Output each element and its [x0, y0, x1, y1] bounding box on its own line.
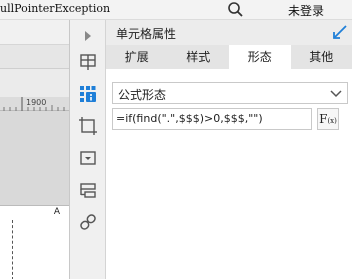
formula-text: =if(find(".",$$$)>0,$$$,"")	[116, 112, 263, 125]
formula-input[interactable]: =if(find(".",$$$)>0,$$$,"")	[112, 108, 312, 130]
column-label: A	[53, 207, 60, 217]
rail-item-dropdown-widget[interactable]	[76, 146, 100, 170]
panel-header: 单元格属性	[106, 20, 352, 45]
exception-message: ullPointerException	[0, 2, 111, 15]
cell-attributes-icon	[80, 86, 96, 102]
ruler-label: 1900	[26, 98, 47, 107]
tab-style[interactable]: 样式	[168, 45, 230, 69]
search-button[interactable]	[226, 0, 246, 20]
crop-icon	[79, 117, 97, 135]
rail-item-widget-settings[interactable]	[76, 50, 100, 74]
form-type-select[interactable]: 公式形态	[112, 82, 348, 104]
horizontal-ruler: 1900	[0, 97, 70, 111]
condition-list-icon	[80, 183, 96, 198]
tab-form[interactable]: 形态	[229, 45, 291, 69]
expand-panel-button[interactable]	[332, 24, 348, 40]
diagonal-arrow-icon	[333, 25, 347, 39]
fx-icon-sub: (x)	[327, 117, 337, 125]
rail-item-hyperlink[interactable]	[76, 210, 100, 234]
search-icon	[228, 2, 243, 17]
form-type-value: 公式形态	[118, 88, 167, 102]
chevron-right-icon	[85, 31, 91, 41]
property-icon-rail	[70, 20, 106, 279]
rail-item-cell-attributes[interactable]	[76, 82, 100, 106]
top-bar: ullPointerException 未登录	[0, 0, 352, 20]
property-tabs: 扩展 样式 形态 其他	[106, 45, 352, 69]
canvas-top-strip	[0, 20, 70, 45]
canvas-toolbar	[0, 45, 70, 85]
panel-title: 单元格属性	[116, 27, 177, 41]
tab-expand[interactable]: 扩展	[106, 45, 168, 69]
select-toggle[interactable]	[328, 85, 344, 101]
column-header[interactable]: A	[38, 206, 66, 220]
collapse-panel-button[interactable]	[76, 24, 100, 48]
cell-properties-panel: 单元格属性 扩展 样式 形态 其他 公式形态 =if(find(".",$$$)…	[106, 20, 352, 279]
canvas-gap	[0, 69, 70, 97]
tab-other[interactable]: 其他	[291, 45, 352, 69]
rail-item-crop[interactable]	[76, 114, 100, 138]
login-link[interactable]: 未登录	[288, 2, 324, 19]
sheet-area[interactable]: A	[0, 205, 70, 279]
link-icon	[80, 214, 96, 230]
chevron-down-icon	[330, 90, 342, 98]
canvas-background	[0, 111, 70, 205]
dropdown-box-icon	[80, 151, 96, 165]
designer-canvas: 1900 A	[0, 20, 70, 279]
page-break-line	[12, 220, 13, 279]
formula-editor-button[interactable]: F(x)	[317, 108, 339, 130]
rail-item-condition[interactable]	[76, 178, 100, 202]
table-layout-icon	[80, 54, 96, 70]
